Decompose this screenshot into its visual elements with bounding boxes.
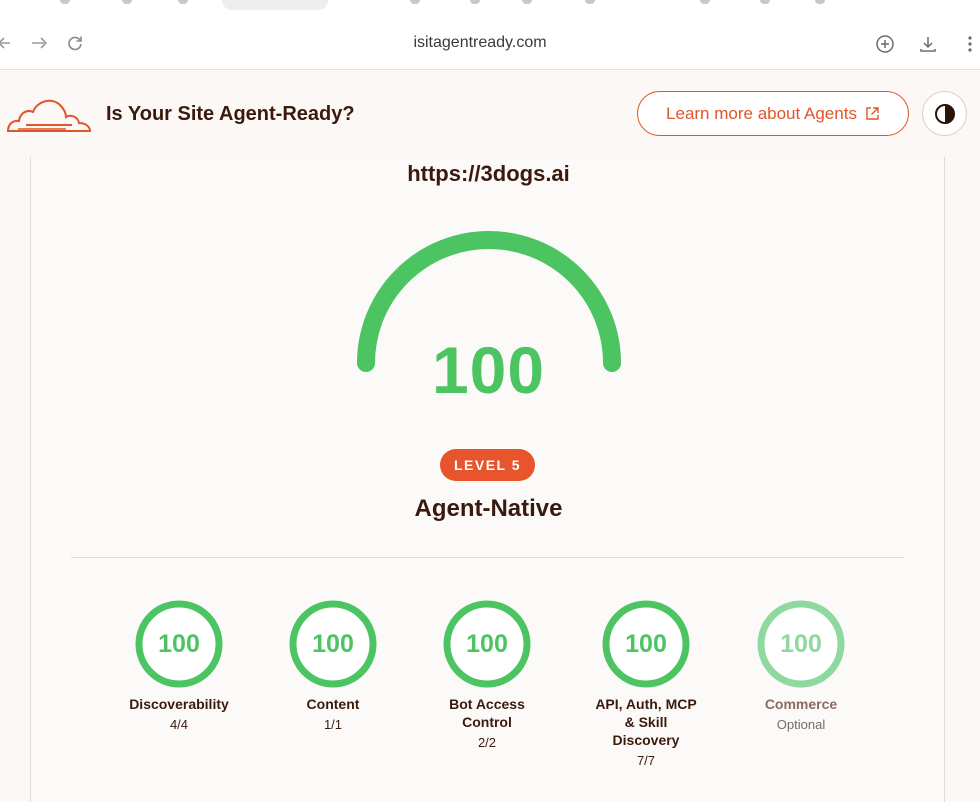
active-tab[interactable]: [222, 0, 328, 10]
category-ring: 100: [756, 599, 846, 689]
tab[interactable]: [410, 0, 420, 4]
plus-circle-icon: [876, 35, 894, 53]
scanned-site-url: https://3dogs.ai: [407, 161, 570, 186]
category-ring: 100: [601, 599, 691, 689]
tab[interactable]: [122, 0, 132, 4]
menu-button[interactable]: [960, 34, 980, 54]
tab[interactable]: [815, 0, 825, 4]
download-button[interactable]: [918, 34, 938, 54]
category-score: 100: [158, 629, 200, 658]
forward-button[interactable]: [29, 33, 49, 53]
category-score: 100: [312, 629, 354, 658]
address-bar[interactable]: isitagentready.com: [300, 34, 660, 52]
category-commerce[interactable]: 100 Commerce Optional: [726, 599, 876, 732]
tab[interactable]: [470, 0, 480, 4]
category-ring: 100: [288, 599, 378, 689]
category-api-auth-mcp-skill-discovery[interactable]: 100 API, Auth, MCP & Skill Discovery 7/7: [571, 599, 721, 768]
external-link-icon: [866, 107, 879, 120]
category-detail: 1/1: [323, 717, 343, 732]
tab[interactable]: [178, 0, 188, 4]
tab[interactable]: [60, 0, 70, 4]
category-bot-access-control[interactable]: 100 Bot Access Control 2/2: [412, 599, 562, 750]
category-detail: Optional: [776, 717, 826, 732]
level-name: Agent-Native: [414, 495, 563, 522]
learn-more-label: Learn more about Agents: [666, 103, 857, 123]
page: Is Your Site Agent-Ready? Learn more abo…: [0, 71, 980, 802]
arrow-right-icon: [32, 37, 48, 49]
theme-toggle-button[interactable]: [922, 91, 967, 136]
browser-tab-strip: [0, 0, 980, 12]
cloud-logo[interactable]: [6, 93, 92, 135]
add-button[interactable]: [875, 34, 895, 54]
category-discoverability[interactable]: 100 Discoverability 4/4: [104, 599, 254, 732]
browser-toolbar: isitagentready.com: [0, 12, 980, 70]
category-ring: 100: [442, 599, 532, 689]
category-label: Discoverability: [129, 696, 229, 712]
overall-score: 100: [431, 333, 546, 407]
category-label: Content: [306, 696, 360, 712]
category-detail: 7/7: [636, 753, 656, 768]
tab[interactable]: [585, 0, 595, 4]
category-ring: 100: [134, 599, 224, 689]
category-label: Bot Access Control: [449, 696, 525, 730]
result-card: https://3dogs.ai 100 LEVEL 5 Agent-Nativ…: [30, 157, 945, 802]
category-detail: 4/4: [169, 717, 189, 732]
category-label: API, Auth, MCP & Skill Discovery: [595, 696, 697, 748]
contrast-icon: [934, 103, 955, 124]
divider: [71, 557, 904, 558]
category-score: 100: [625, 629, 667, 658]
reload-button[interactable]: [65, 33, 85, 53]
tab[interactable]: [760, 0, 770, 4]
back-button[interactable]: [0, 33, 16, 53]
site-title: Is Your Site Agent-Ready?: [106, 103, 355, 125]
tab[interactable]: [522, 0, 532, 4]
learn-more-button[interactable]: Learn more about Agents: [637, 91, 909, 136]
tab[interactable]: [700, 0, 710, 4]
category-score: 100: [780, 629, 822, 658]
category-label: Commerce: [764, 696, 838, 712]
category-score: 100: [466, 629, 508, 658]
site-header: Is Your Site Agent-Ready? Learn more abo…: [0, 71, 980, 157]
kebab-menu-icon: [968, 36, 972, 52]
download-icon: [920, 37, 936, 52]
reload-icon: [68, 36, 82, 51]
arrow-left-icon: [0, 37, 10, 49]
category-content[interactable]: 100 Content 1/1: [258, 599, 408, 732]
level-badge: LEVEL 5: [440, 449, 535, 481]
category-detail: 2/2: [477, 735, 497, 750]
